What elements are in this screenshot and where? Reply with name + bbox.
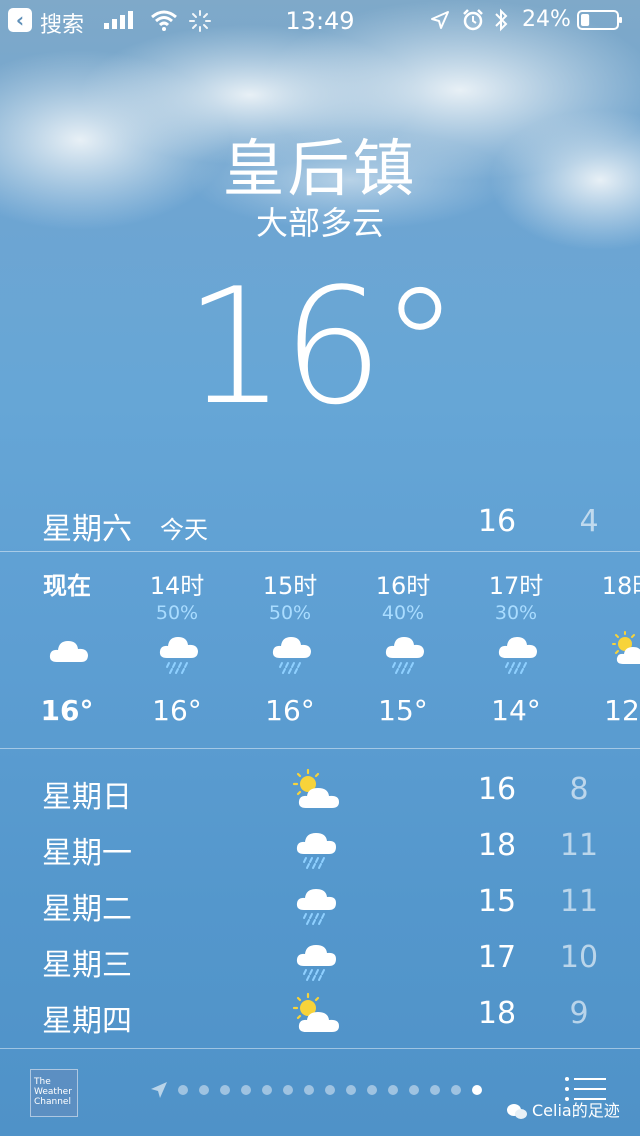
rain-cloud-icon xyxy=(290,824,342,870)
rain-cloud-icon xyxy=(496,630,540,674)
daily-row: 星期二 15 11 xyxy=(0,876,640,932)
page-dot[interactable] xyxy=(451,1085,461,1095)
hour-temperature: 16° xyxy=(152,694,202,727)
day-name: 星期一 xyxy=(42,836,132,871)
today-low: 4 xyxy=(579,504,599,539)
daily-row: 星期四 18 9 xyxy=(0,988,640,1044)
daily-forecast-list: 星期日 16 8 星期一 18 11 星期二 15 11 星期三 17 10 星… xyxy=(0,764,640,1044)
partly-sunny-icon xyxy=(290,992,342,1038)
page-dot[interactable] xyxy=(367,1085,377,1095)
day-name: 星期二 xyxy=(42,892,132,927)
partly-sunny-icon xyxy=(290,768,342,814)
page-dot[interactable] xyxy=(283,1085,293,1095)
hour-temperature: 16° xyxy=(40,694,94,727)
today-high: 16 xyxy=(477,504,517,539)
day-name: 星期三 xyxy=(42,948,132,983)
weather-channel-logo[interactable]: The Weather Channel xyxy=(30,1069,78,1117)
page-dot[interactable] xyxy=(409,1085,419,1095)
daily-row: 星期日 16 8 xyxy=(0,764,640,820)
page-dot[interactable] xyxy=(388,1085,398,1095)
day-high: 16 xyxy=(477,772,517,807)
page-dot[interactable] xyxy=(199,1085,209,1095)
partly-sunny-icon xyxy=(609,630,640,674)
page-dot[interactable] xyxy=(178,1085,188,1095)
battery-icon xyxy=(577,10,622,30)
page-dot[interactable] xyxy=(346,1085,356,1095)
location-arrow-icon xyxy=(151,1082,167,1098)
rain-cloud-icon xyxy=(290,936,342,982)
day-high: 18 xyxy=(477,996,517,1031)
hour-temperature: 14° xyxy=(491,694,541,727)
rain-cloud-icon xyxy=(383,630,427,674)
divider xyxy=(0,748,640,749)
status-bar: ‹ 搜索 13:49 24% xyxy=(0,0,640,40)
page-dot[interactable] xyxy=(430,1085,440,1095)
today-summary-row: 星期六 今天 16 4 xyxy=(0,496,640,550)
page-dot[interactable] xyxy=(262,1085,272,1095)
daily-row: 星期三 17 10 xyxy=(0,932,640,988)
day-low: 8 xyxy=(569,772,589,807)
day-low: 10 xyxy=(559,940,599,975)
hourly-forecast-strip[interactable]: 现在 16° 14时 50% 16° 15时 50% 16° 16时 40% 1… xyxy=(0,552,640,748)
city-name: 皇后镇 xyxy=(222,132,418,205)
hourly-item: 现在 16° xyxy=(12,552,122,748)
page-indicator[interactable] xyxy=(148,1079,508,1101)
day-low: 11 xyxy=(559,828,599,863)
hour-label: 14时 xyxy=(149,572,205,600)
hour-label: 18时 xyxy=(601,572,640,600)
hour-temperature: 12° xyxy=(604,694,640,727)
hour-label: 16时 xyxy=(375,572,431,600)
day-name: 星期日 xyxy=(42,780,132,815)
hourly-item: 17时 30% 14° xyxy=(461,552,571,748)
day-high: 18 xyxy=(477,828,517,863)
location-arrow-icon xyxy=(431,11,449,29)
hourly-item: 16时 40% 15° xyxy=(348,552,458,748)
current-condition: 大部多云 xyxy=(255,204,384,242)
precip-chance: 50% xyxy=(268,602,312,624)
rain-cloud-icon xyxy=(270,630,314,674)
page-dot[interactable] xyxy=(325,1085,335,1095)
hourly-item: 15时 50% 16° xyxy=(235,552,345,748)
day-low: 11 xyxy=(559,884,599,919)
bottom-toolbar: The Weather Channel Celia的足迹 xyxy=(0,1049,640,1136)
cloud-icon xyxy=(47,630,91,674)
page-dot[interactable] xyxy=(472,1085,482,1095)
day-high: 15 xyxy=(477,884,517,919)
hour-temperature: 15° xyxy=(378,694,428,727)
watermark-text: Celia的足迹 xyxy=(532,1101,620,1120)
hourly-item: 18时 12° xyxy=(574,552,640,748)
wechat-icon xyxy=(507,1103,527,1119)
alarm-icon xyxy=(463,9,483,31)
precip-chance: 40% xyxy=(381,602,425,624)
precip-chance: 30% xyxy=(494,602,538,624)
hour-label: 17时 xyxy=(488,572,544,600)
hour-label: 现在 xyxy=(43,572,91,600)
page-dot[interactable] xyxy=(220,1085,230,1095)
page-dots xyxy=(178,1085,508,1097)
day-name: 星期四 xyxy=(42,1004,132,1039)
today-day-name: 星期六 xyxy=(42,512,132,547)
hour-label: 15时 xyxy=(262,572,318,600)
watermark: Celia的足迹 xyxy=(506,1097,620,1121)
rain-cloud-icon xyxy=(157,630,201,674)
hourly-item: 14时 50% 16° xyxy=(122,552,232,748)
page-dot[interactable] xyxy=(241,1085,251,1095)
rain-cloud-icon xyxy=(290,880,342,926)
current-temperature: 16° xyxy=(184,253,460,440)
day-high: 17 xyxy=(477,940,517,975)
battery-percent: 24% xyxy=(522,7,571,32)
hour-temperature: 16° xyxy=(265,694,315,727)
today-label: 今天 xyxy=(160,516,208,544)
day-low: 9 xyxy=(569,996,589,1031)
daily-row: 星期一 18 11 xyxy=(0,820,640,876)
bluetooth-icon xyxy=(495,8,508,32)
page-dot[interactable] xyxy=(304,1085,314,1095)
precip-chance: 50% xyxy=(155,602,199,624)
